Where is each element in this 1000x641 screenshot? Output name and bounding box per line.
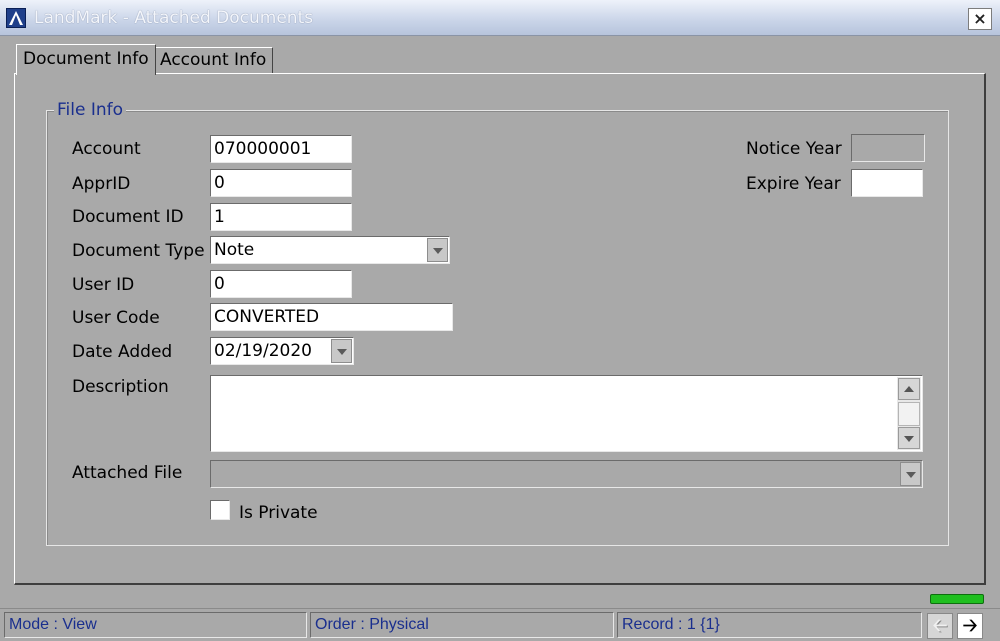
document-type-select[interactable]: Note xyxy=(210,236,450,264)
document-type-label: Document Type xyxy=(72,241,205,261)
notice-year-label: Notice Year xyxy=(746,139,842,159)
expire-year-field[interactable] xyxy=(851,169,923,197)
close-button[interactable]: × xyxy=(968,8,992,30)
document-id-label: Document ID xyxy=(72,207,184,227)
is-private-checkbox[interactable] xyxy=(210,500,230,520)
attached-file-label: Attached File xyxy=(72,463,183,483)
date-added-value: 02/19/2020 xyxy=(214,341,312,361)
account-label: Account xyxy=(72,139,141,159)
description-scrollbar[interactable] xyxy=(897,377,921,450)
status-record: Record : 1 {1} xyxy=(617,612,922,638)
activity-indicator xyxy=(930,594,984,604)
scroll-thumb[interactable] xyxy=(898,402,920,426)
title-bar: LandMark - Attached Documents × xyxy=(0,0,1000,36)
description-label: Description xyxy=(72,377,169,397)
arrow-left-icon[interactable]: 🡠 xyxy=(927,613,953,639)
document-type-value: Note xyxy=(214,240,255,260)
user-id-field[interactable]: 0 xyxy=(210,270,352,298)
status-order: Order : Physical xyxy=(310,612,614,638)
chevron-down-icon[interactable] xyxy=(900,462,921,486)
scroll-up-icon[interactable] xyxy=(898,378,920,400)
chevron-down-icon[interactable] xyxy=(427,238,448,262)
scroll-down-icon[interactable] xyxy=(898,427,920,449)
date-added-picker[interactable]: 02/19/2020 xyxy=(210,337,354,365)
description-textarea[interactable] xyxy=(210,375,923,452)
arrow-right-icon[interactable]: 🡢 xyxy=(957,613,983,639)
appr-id-field[interactable]: 0 xyxy=(210,169,352,197)
appr-id-label: ApprID xyxy=(72,174,131,194)
user-id-label: User ID xyxy=(72,275,135,295)
user-code-field[interactable]: CONVERTED xyxy=(210,303,453,331)
document-id-field[interactable]: 1 xyxy=(210,203,352,231)
expire-year-label: Expire Year xyxy=(746,174,841,194)
is-private-label: Is Private xyxy=(239,503,318,523)
status-bar: Mode : View Order : Physical Record : 1 … xyxy=(0,608,1000,641)
status-mode: Mode : View xyxy=(4,612,307,638)
user-code-label: User Code xyxy=(72,308,160,328)
window-title: LandMark - Attached Documents xyxy=(34,8,314,28)
notice-year-field[interactable] xyxy=(851,134,925,162)
tab-account-info[interactable]: Account Info xyxy=(153,47,274,74)
attached-file-select[interactable] xyxy=(210,460,923,488)
file-info-legend: File Info xyxy=(54,100,127,120)
date-added-label: Date Added xyxy=(72,342,173,362)
calendar-dropdown-icon[interactable] xyxy=(331,339,352,363)
landmark-app-icon xyxy=(6,8,26,28)
account-field[interactable]: 070000001 xyxy=(210,135,352,163)
tab-document-info[interactable]: Document Info xyxy=(16,44,156,75)
